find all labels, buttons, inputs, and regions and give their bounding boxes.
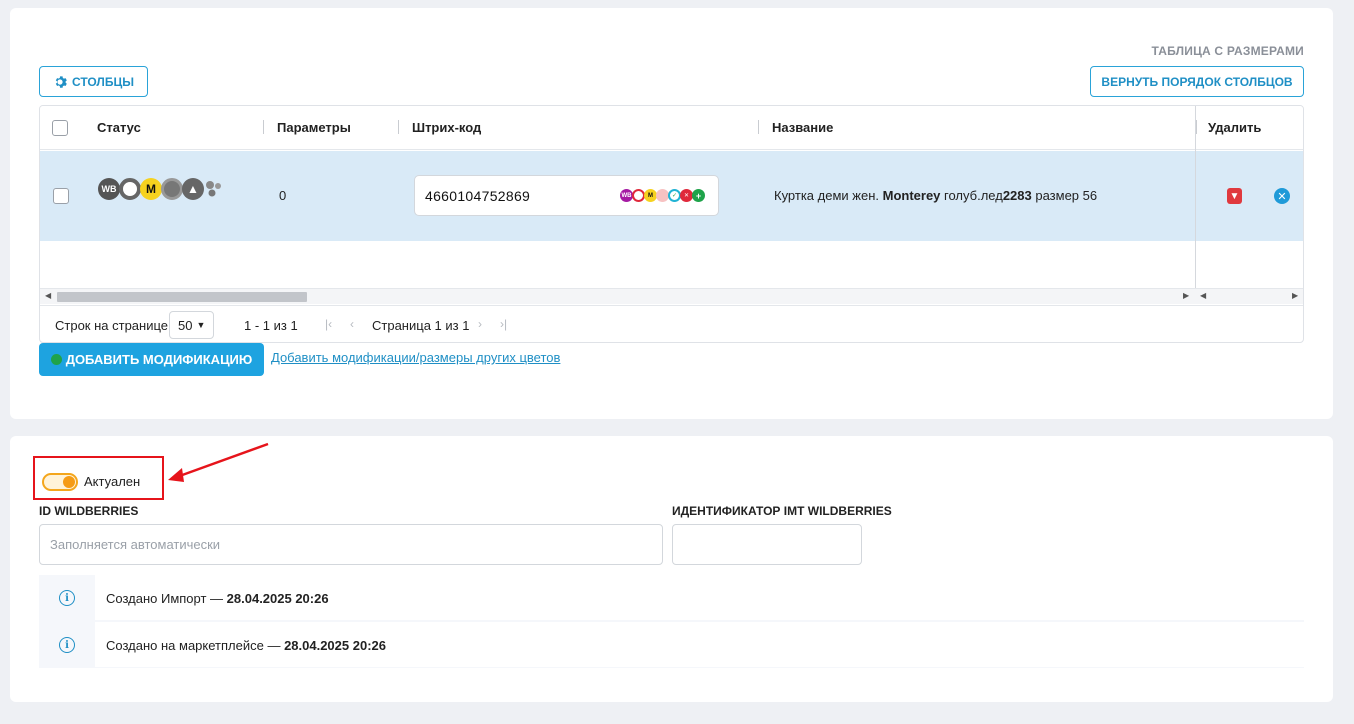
megamarket-status-icon [161, 178, 183, 200]
ozon-status-icon [119, 178, 141, 200]
row-checkbox[interactable] [53, 188, 69, 204]
info-icon: i [59, 590, 75, 606]
size-table-card: ТАБЛИЦА С РАЗМЕРАМИ СТОЛБЦЫ ВЕРНУТЬ ПОРЯ… [10, 8, 1333, 419]
history-date: 28.04.2025 20:26 [284, 638, 386, 653]
info-icon: i [59, 637, 75, 653]
column-separator[interactable] [263, 120, 264, 134]
prev-page-icon[interactable]: ‹ [350, 317, 354, 331]
next-page-icon[interactable]: › [478, 317, 482, 331]
barcode-marketplace-icons: WB M ✓ ✕ + [620, 189, 705, 202]
other-marketplace-icon [203, 178, 225, 200]
avito-status-icon: ▲ [182, 178, 204, 200]
toggle-knob [63, 476, 75, 488]
actual-toggle[interactable] [42, 473, 78, 491]
list-item: Создано на маркетплейсе — 28.04.2025 20:… [95, 622, 1304, 667]
last-page-icon[interactable]: ›| [500, 317, 507, 331]
modifications-grid: Статус Параметры Штрих-код Название Удал… [39, 105, 1304, 343]
rows-per-page-label: Строк на странице [55, 318, 169, 333]
add-modification-button[interactable]: ДОБАВИТЬ МОДИФИКАЦИЮ [39, 343, 264, 376]
column-separator[interactable] [398, 120, 399, 134]
gear-icon [55, 75, 67, 88]
wb-status-icon: WB [98, 178, 120, 200]
barcode-value: 4660104752869 [425, 188, 531, 204]
column-header-params[interactable]: Параметры [277, 120, 351, 135]
horizontal-scrollbar[interactable]: ◀ ▶ ◀ ▶ [40, 288, 1303, 304]
wb-id-label: ID WILDBERRIES [39, 504, 139, 518]
actual-toggle-label: Актуален [84, 474, 141, 489]
list-item: Создано Импорт — 28.04.2025 20:26 [95, 575, 1304, 620]
imt-id-label: ИДЕНТИФИКАТОР IMT WILDBERRIES [672, 504, 892, 518]
yandex-market-status-icon: M [140, 178, 162, 200]
history-text: Создано Импорт — [106, 591, 227, 606]
frozen-scroll-right-arrow-icon[interactable]: ▶ [1292, 291, 1298, 300]
wb-id-input[interactable] [39, 524, 663, 565]
table-row[interactable]: WB M ▲ 0 4660104752869 WB M ✓ ✕ + Куртка… [40, 151, 1303, 241]
plus-icon [50, 354, 62, 365]
column-header-name[interactable]: Название [772, 120, 833, 135]
column-header-status[interactable]: Статус [97, 120, 141, 135]
scrollbar-thumb[interactable] [57, 292, 307, 302]
column-separator[interactable] [1196, 120, 1197, 134]
reset-column-order-button[interactable]: ВЕРНУТЬ ПОРЯДОК СТОЛБЦОВ [1090, 66, 1304, 97]
first-page-icon[interactable]: |‹ [325, 317, 332, 331]
history-date: 28.04.2025 20:26 [226, 591, 329, 606]
select-all-checkbox[interactable] [52, 120, 68, 136]
rows-per-page-select[interactable]: 50 ▼ [169, 311, 214, 339]
imt-id-input[interactable] [672, 524, 862, 565]
history-text: Создано на маркетплейсе — [106, 638, 285, 653]
column-separator[interactable] [758, 120, 759, 134]
params-value: 0 [279, 188, 287, 203]
grid-header: Статус Параметры Штрих-код Название Удал… [40, 106, 1303, 150]
column-header-delete[interactable]: Удалить [1208, 120, 1261, 135]
pagination-bar: Строк на странице 50 ▼ 1 - 1 из 1 |‹ ‹ С… [40, 305, 1303, 342]
column-header-barcode[interactable]: Штрих-код [412, 120, 481, 135]
marketplace-status-icons: WB M ▲ [98, 178, 224, 200]
delete-row-icon[interactable]: ▼ [1227, 188, 1242, 204]
add-modification-label: ДОБАВИТЬ МОДИФИКАЦИЮ [65, 352, 253, 367]
columns-button-label: СТОЛБЦЫ [72, 74, 134, 89]
page-indicator: Страница 1 из 1 [372, 318, 470, 333]
annotation-arrow [168, 442, 269, 482]
plus-mini-icon[interactable]: + [692, 189, 705, 202]
columns-button[interactable]: СТОЛБЦЫ [39, 66, 148, 97]
product-name: Куртка деми жен. Monterey голуб.лед2283 … [774, 188, 1098, 203]
reset-column-order-label: ВЕРНУТЬ ПОРЯДОК СТОЛБЦОВ [1101, 74, 1293, 89]
size-table-title: ТАБЛИЦА С РАЗМЕРАМИ [1151, 44, 1304, 58]
chevron-down-icon: ▼ [196, 320, 206, 330]
clear-row-icon[interactable]: ✕ [1274, 188, 1290, 204]
product-details-card: Актуален ID WILDBERRIES ИДЕНТИФИКАТОР IM… [10, 436, 1333, 702]
page-range: 1 - 1 из 1 [244, 318, 298, 333]
frozen-column-divider [1195, 106, 1196, 288]
scroll-right-arrow-icon[interactable]: ▶ [1183, 291, 1189, 300]
rows-per-page-value: 50 [178, 317, 193, 333]
add-other-colors-link[interactable]: Добавить модификации/размеры других цвет… [271, 350, 560, 365]
scroll-left-arrow-icon[interactable]: ◀ [45, 291, 51, 300]
history-list: i Создано Импорт — 28.04.2025 20:26 i Со… [39, 575, 1304, 668]
frozen-scroll-left-arrow-icon[interactable]: ◀ [1200, 291, 1206, 300]
barcode-field[interactable]: 4660104752869 WB M ✓ ✕ + [414, 175, 719, 216]
